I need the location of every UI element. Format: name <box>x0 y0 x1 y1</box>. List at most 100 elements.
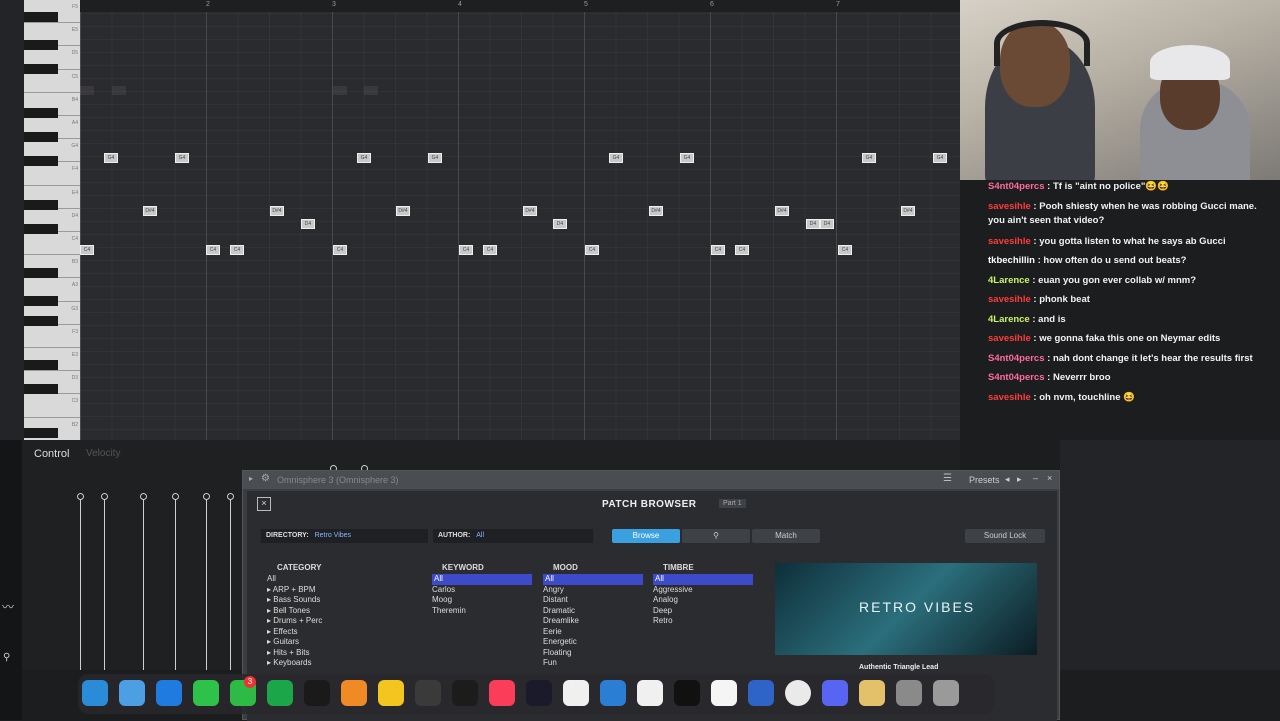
black-key[interactable] <box>24 428 58 438</box>
expand-icon[interactable]: ▸ <box>249 474 253 483</box>
presets-label[interactable]: Presets <box>969 475 1000 485</box>
velocity-bars[interactable] <box>77 460 368 670</box>
waveform-icon[interactable]: 〰 <box>2 598 14 615</box>
midi-note[interactable]: G4 <box>680 153 694 163</box>
list-item[interactable]: ▸ ARP + BPM <box>267 585 417 596</box>
midi-note[interactable]: D#4 <box>143 206 157 216</box>
part-selector[interactable]: Part 1 <box>719 499 746 508</box>
midi-note[interactable]: D4 <box>806 219 820 229</box>
prev-preset-icon[interactable]: ◂ <box>1005 474 1010 485</box>
browser-close-button[interactable]: × <box>257 497 271 511</box>
midi-note[interactable]: D#4 <box>270 206 284 216</box>
mood-header[interactable]: MOOD <box>553 563 578 572</box>
list-item[interactable]: Eerie <box>543 627 643 638</box>
velocity-bar[interactable] <box>140 493 147 670</box>
list-item[interactable]: Fun <box>543 658 643 669</box>
settings-icon[interactable] <box>896 680 922 706</box>
black-key[interactable] <box>24 316 58 326</box>
midi-note[interactable]: C4 <box>585 245 599 255</box>
fl-studio-icon[interactable] <box>341 680 367 706</box>
list-item[interactable]: Retro <box>653 616 753 627</box>
black-key[interactable] <box>24 132 58 142</box>
black-key[interactable] <box>24 296 58 306</box>
vscode-icon[interactable] <box>600 680 626 706</box>
white-key[interactable]: F3 <box>24 325 80 348</box>
author-dropdown[interactable]: AUTHOR: All <box>433 529 593 543</box>
chrome-icon[interactable] <box>785 680 811 706</box>
finder-icon[interactable] <box>82 680 108 706</box>
keyword-list[interactable]: All Carlos Moog Theremin <box>432 574 532 616</box>
directory-dropdown[interactable]: DIRECTORY: Retro Vibes <box>261 529 428 543</box>
list-item[interactable]: ▸ Guitars <box>267 637 417 648</box>
midi-note[interactable]: D4 <box>553 219 567 229</box>
midi-note[interactable]: G4 <box>428 153 442 163</box>
midi-note[interactable]: D4 <box>301 219 315 229</box>
trash-icon[interactable] <box>933 680 959 706</box>
chatgpt-icon[interactable] <box>637 680 663 706</box>
kite-icon[interactable] <box>267 680 293 706</box>
list-item[interactable]: Theremin <box>432 606 532 617</box>
black-key[interactable] <box>24 384 58 394</box>
velocity-bar[interactable] <box>227 493 234 670</box>
timbre-list[interactable]: All Aggressive Analog Deep Retro <box>653 574 753 627</box>
velocity-bar[interactable] <box>172 493 179 670</box>
davinci-icon[interactable] <box>526 680 552 706</box>
velocity-bar[interactable] <box>203 493 210 670</box>
black-key[interactable] <box>24 268 58 278</box>
list-item[interactable]: All <box>543 574 643 585</box>
list-item[interactable]: Angry <box>543 585 643 596</box>
black-key[interactable] <box>24 360 58 370</box>
browse-button[interactable]: Browse <box>612 529 680 543</box>
category-list[interactable]: All ▸ ARP + BPM ▸ Bass Sounds ▸ Bell Tones ▸… <box>267 574 417 669</box>
notes-icon[interactable] <box>378 680 404 706</box>
messages-icon[interactable] <box>193 680 219 706</box>
black-key[interactable] <box>24 40 58 50</box>
black-key[interactable] <box>24 108 58 118</box>
midi-note[interactable]: D#4 <box>649 206 663 216</box>
search-icon[interactable]: ⚲ <box>3 652 10 663</box>
list-item[interactable]: ▸ Drums + Perc <box>267 616 417 627</box>
midi-note[interactable]: C4 <box>206 245 220 255</box>
midi-note[interactable]: D#4 <box>523 206 537 216</box>
midi-note[interactable]: D#4 <box>775 206 789 216</box>
list-item[interactable]: ▸ Bell Tones <box>267 606 417 617</box>
safari-icon[interactable] <box>156 680 182 706</box>
mood-list[interactable]: All Angry Distant Dramatic Dreamlike Eerie Ene… <box>543 574 643 669</box>
list-item[interactable]: Moog <box>432 595 532 606</box>
midi-note[interactable]: G4 <box>175 153 189 163</box>
velocity-bar[interactable] <box>101 493 108 670</box>
list-item[interactable]: All <box>653 574 753 585</box>
gear-icon[interactable]: ⚙ <box>261 473 270 484</box>
midi-note[interactable]: C4 <box>333 245 347 255</box>
github-icon[interactable] <box>563 680 589 706</box>
minimize-icon[interactable]: – <box>1033 473 1038 483</box>
list-item[interactable]: All <box>267 574 417 585</box>
control-label[interactable]: Control <box>34 448 69 460</box>
list-item[interactable]: ▸ Keyboards <box>267 658 417 669</box>
list-item[interactable]: Distant <box>543 595 643 606</box>
white-key[interactable]: C3 <box>24 394 80 418</box>
midi-note[interactable]: G4 <box>357 153 371 163</box>
list-item[interactable]: ▸ Bass Sounds <box>267 595 417 606</box>
black-key[interactable] <box>24 200 58 210</box>
midi-note[interactable]: C4 <box>735 245 749 255</box>
list-item[interactable]: Carlos <box>432 585 532 596</box>
sound-lock-button[interactable]: Sound Lock <box>965 529 1045 543</box>
midi-note[interactable]: C4 <box>711 245 725 255</box>
close-icon[interactable]: × <box>1047 473 1052 483</box>
list-item[interactable]: ▸ Hits + Bits <box>267 648 417 659</box>
keyword-header[interactable]: KEYWORD <box>442 563 484 572</box>
midi-note[interactable]: C4 <box>483 245 497 255</box>
timeline-ruler[interactable]: 2 3 4 5 6 7 <box>80 0 960 12</box>
list-item[interactable]: ▸ Effects <box>267 627 417 638</box>
category-header[interactable]: CATEGORY <box>277 563 321 572</box>
midi-note[interactable]: G4 <box>104 153 118 163</box>
list-item[interactable]: Dreamlike <box>543 616 643 627</box>
timbre-header[interactable]: TIMBRE <box>663 563 694 572</box>
midi-note[interactable]: D#4 <box>396 206 410 216</box>
match-button[interactable]: Match <box>752 529 820 543</box>
discord-icon[interactable] <box>822 680 848 706</box>
plugin-titlebar[interactable]: ▸ ⚙ Omnisphere 3 (Omnisphere 3) ☰ Preset… <box>243 471 1059 489</box>
list-item[interactable]: Aggressive <box>653 585 753 596</box>
midi-note[interactable]: C4 <box>80 245 94 255</box>
